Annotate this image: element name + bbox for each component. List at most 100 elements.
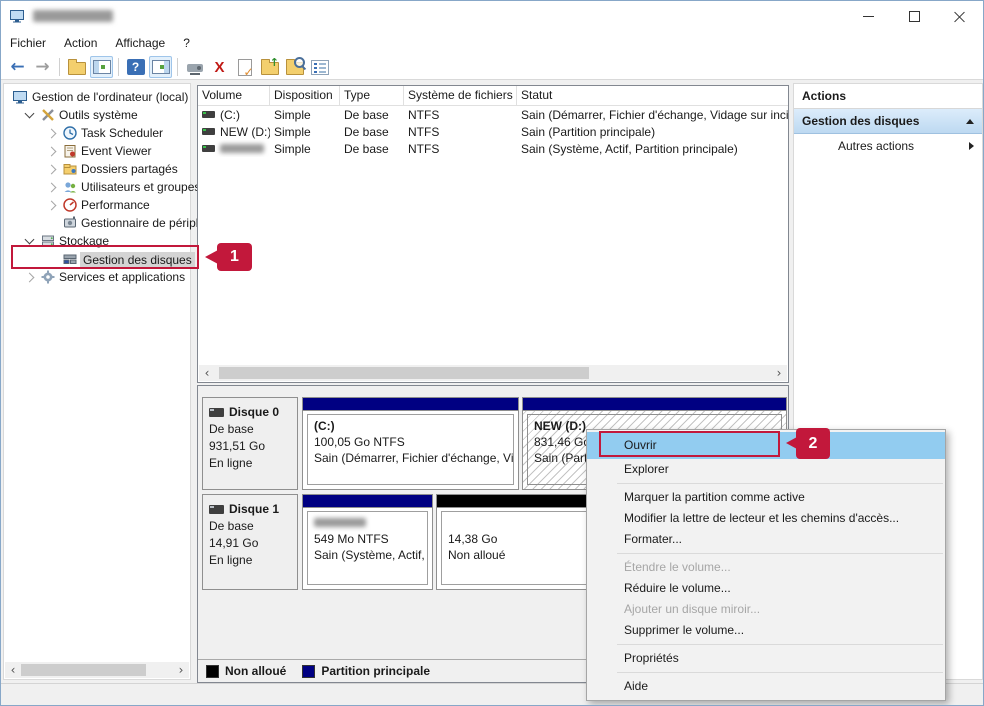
delete-icon[interactable]: X: [208, 56, 231, 78]
column-header-volume[interactable]: Volume: [198, 86, 270, 105]
folder-up-icon[interactable]: ↑: [258, 56, 281, 78]
scroll-left-icon[interactable]: ‹: [199, 365, 215, 381]
menu-item-etendre-volume: Étendre le volume...: [587, 557, 945, 578]
close-icon: [954, 10, 966, 22]
toolbar-separator: [59, 58, 60, 76]
show-console-tree-icon[interactable]: [90, 56, 113, 78]
scrollbar-thumb[interactable]: [21, 664, 146, 676]
tree-item-services-applications[interactable]: Services et applications: [4, 268, 190, 286]
menu-help[interactable]: ?: [174, 31, 199, 55]
column-header-type[interactable]: Type: [340, 86, 404, 105]
properties-icon[interactable]: [308, 56, 331, 78]
scroll-right-icon[interactable]: ›: [173, 662, 189, 678]
menu-item-reduire-volume[interactable]: Réduire le volume...: [587, 578, 945, 599]
toolbar-separator: [118, 58, 119, 76]
collapse-icon[interactable]: [966, 119, 974, 124]
validate-document-icon[interactable]: [233, 56, 256, 78]
menu-separator: [617, 672, 943, 673]
minimize-icon: [863, 16, 874, 17]
tree-item-dossiers-partages[interactable]: Dossiers partagés: [4, 160, 190, 178]
volume-icon: [202, 111, 215, 118]
legend-primary-partition: Partition principale: [302, 664, 430, 678]
menu-item-supprimer-volume[interactable]: Supprimer le volume...: [587, 620, 945, 641]
disk-size: 931,51 Go: [209, 438, 291, 455]
disk-size: 14,91 Go: [209, 535, 291, 552]
volume-table-header: Volume Disposition Type Système de fichi…: [198, 86, 788, 106]
chevron-down-icon[interactable]: [25, 235, 35, 245]
back-icon[interactable]: ←: [6, 56, 29, 78]
tree-item-event-viewer[interactable]: Event Viewer: [4, 142, 190, 160]
minimize-button[interactable]: [845, 1, 891, 31]
partition-primary-bar: [303, 495, 432, 508]
show-action-pane-icon[interactable]: [149, 56, 172, 78]
toolbar: ← → ? X ↑: [1, 55, 983, 80]
partition-c[interactable]: (C:) 100,05 Go NTFS Sain (Démarrer, Fich…: [302, 397, 519, 490]
scroll-left-icon[interactable]: ‹: [5, 662, 21, 678]
menu-fichier[interactable]: Fichier: [1, 31, 55, 55]
legend-swatch-primary: [302, 665, 315, 678]
tree-item-task-scheduler[interactable]: Task Scheduler: [4, 124, 190, 142]
disk-type: De base: [209, 518, 291, 535]
scroll-right-icon[interactable]: ›: [771, 365, 787, 381]
chevron-right-icon[interactable]: [47, 147, 57, 157]
volume-row-blurred[interactable]: Simple De base NTFS Sain (Système, Actif…: [198, 140, 788, 157]
tree-item-label: Utilisateurs et groupes l: [81, 180, 206, 194]
tree-item-label: Task Scheduler: [81, 126, 163, 140]
services-icon: [40, 269, 56, 285]
menu-item-explorer[interactable]: Explorer: [587, 459, 945, 480]
tree-item-computer-management[interactable]: Gestion de l'ordinateur (local): [4, 88, 190, 106]
tree-item-performance[interactable]: Performance: [4, 196, 190, 214]
column-header-systeme-fichiers[interactable]: Système de fichiers: [404, 86, 517, 105]
actions-group-gestion-des-disques[interactable]: Gestion des disques: [794, 109, 982, 134]
open-folder-icon[interactable]: [65, 56, 88, 78]
folder-search-icon[interactable]: [283, 56, 306, 78]
column-header-statut[interactable]: Statut: [517, 86, 788, 105]
disk-type: De base: [209, 421, 291, 438]
chevron-down-icon[interactable]: [25, 109, 35, 119]
chevron-right-icon[interactable]: [47, 129, 57, 139]
maximize-button[interactable]: [891, 1, 937, 31]
performance-icon: [62, 197, 78, 213]
menu-item-proprietes[interactable]: Propriétés: [587, 648, 945, 669]
menu-item-aide[interactable]: Aide: [587, 676, 945, 697]
legend-swatch-unallocated: [206, 665, 219, 678]
chevron-right-icon[interactable]: [47, 183, 57, 193]
tree-item-gestionnaire-peripheriques[interactable]: Gestionnaire de périphé: [4, 214, 190, 232]
disk-status: En ligne: [209, 455, 291, 472]
toolbar-separator: [177, 58, 178, 76]
help-icon[interactable]: ?: [124, 56, 147, 78]
annotation-badge-step1: 1: [217, 243, 252, 271]
partition-system-blurred[interactable]: 549 Mo NTFS Sain (Système, Actif, Pa: [302, 494, 433, 590]
title-bar: [1, 1, 983, 31]
scrollbar-thumb[interactable]: [219, 367, 589, 379]
expand-right-icon[interactable]: [969, 142, 974, 150]
tree-item-utilisateurs-groupes[interactable]: Utilisateurs et groupes l: [4, 178, 190, 196]
menu-item-modifier-lettre[interactable]: Modifier la lettre de lecteur et les che…: [587, 508, 945, 529]
disk-0-label[interactable]: Disque 0 De base 931,51 Go En ligne: [202, 397, 298, 490]
close-button[interactable]: [937, 1, 983, 31]
volume-horizontal-scrollbar[interactable]: ‹ ›: [199, 365, 787, 381]
chevron-right-icon[interactable]: [47, 201, 57, 211]
actions-item-autres-actions[interactable]: Autres actions: [794, 134, 982, 157]
disk-name: Disque 1: [229, 502, 279, 516]
tree-item-outils-systeme[interactable]: Outils système: [4, 106, 190, 124]
partition-primary-bar: [523, 398, 786, 411]
disk-1-label[interactable]: Disque 1 De base 14,91 Go En ligne: [202, 494, 298, 590]
volume-row-c[interactable]: (C:) Simple De base NTFS Sain (Démarrer,…: [198, 106, 788, 123]
remote-console-icon[interactable]: [183, 56, 206, 78]
menu-item-marquer-partition-active[interactable]: Marquer la partition comme active: [587, 487, 945, 508]
column-header-disposition[interactable]: Disposition: [270, 86, 340, 105]
chevron-right-icon[interactable]: [47, 165, 57, 175]
partition-context-menu: Ouvrir Explorer Marquer la partition com…: [586, 429, 946, 701]
chevron-right-icon[interactable]: [25, 273, 35, 283]
volume-row-new-d[interactable]: NEW (D:) Simple De base NTFS Sain (Parti…: [198, 123, 788, 140]
menu-item-ajouter-disque-miroir: Ajouter un disque miroir...: [587, 599, 945, 620]
menu-affichage[interactable]: Affichage: [106, 31, 174, 55]
tree-horizontal-scrollbar[interactable]: ‹ ›: [5, 662, 189, 678]
menu-item-formater[interactable]: Formater...: [587, 529, 945, 550]
disk-icon: [209, 408, 224, 417]
volume-icon: [202, 145, 215, 152]
menu-action[interactable]: Action: [55, 31, 106, 55]
forward-icon[interactable]: →: [31, 56, 54, 78]
partition-status: Sain (Démarrer, Fichier d'échange, Vida: [314, 450, 507, 466]
